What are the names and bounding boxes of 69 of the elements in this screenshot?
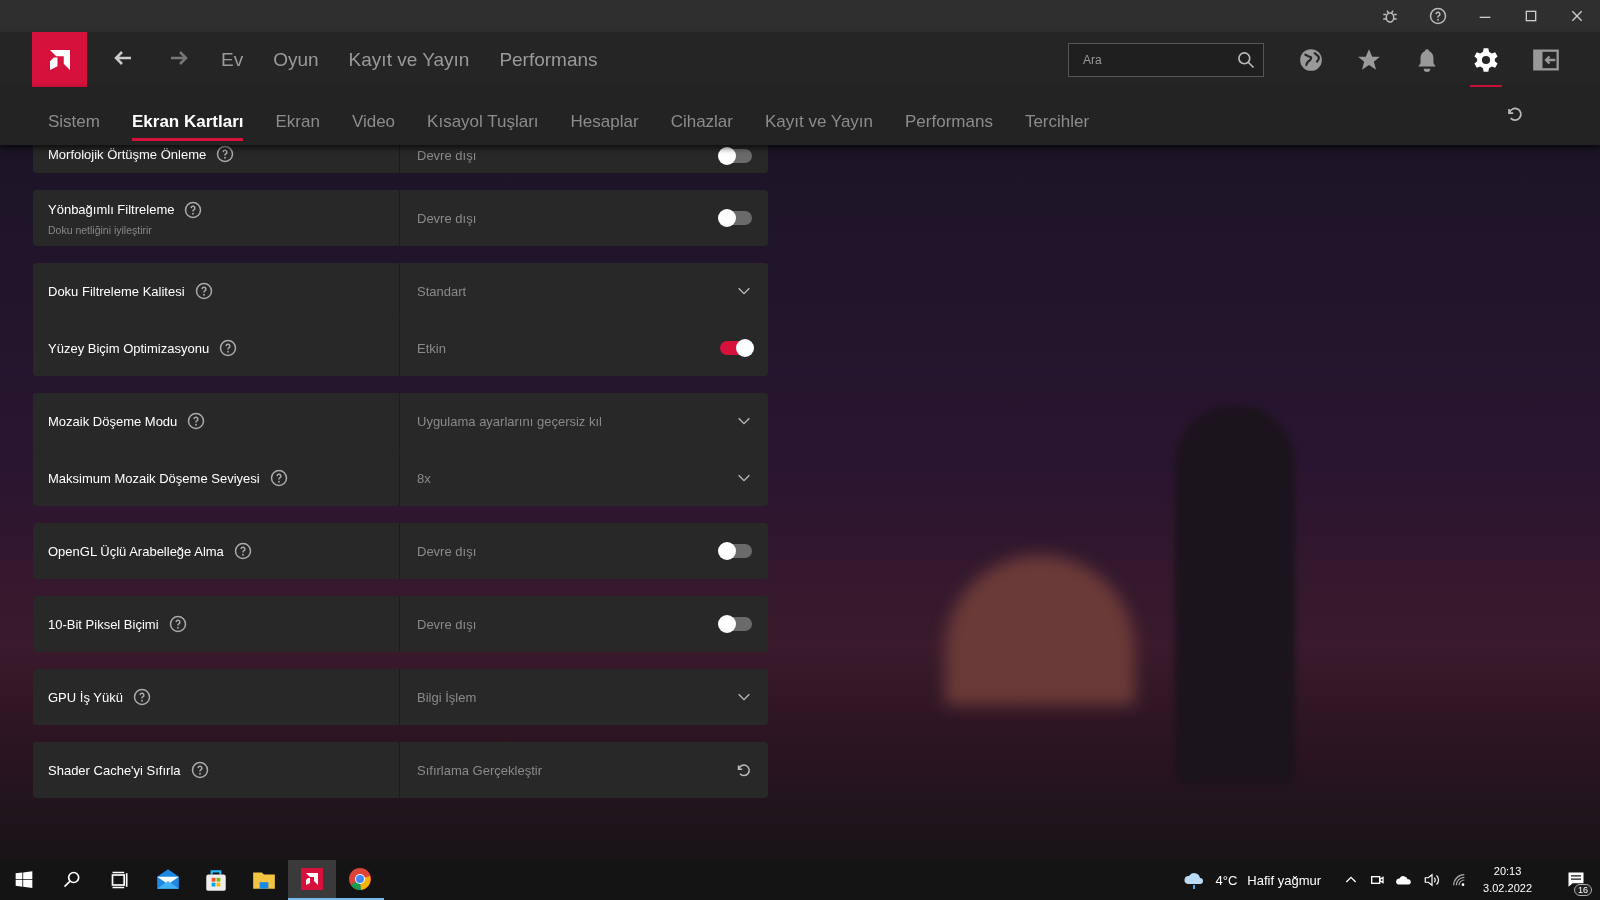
setting-value: Devre dışı: [417, 616, 477, 632]
help-icon[interactable]: [132, 688, 151, 706]
setting-value: Etkin: [417, 340, 446, 356]
setting-value: 8x: [417, 470, 431, 486]
setting-label: OpenGL Üçlü Arabelleğe Alma: [48, 543, 224, 559]
nav-item[interactable]: Kayıt ve Yayın: [348, 44, 470, 75]
settings-tab[interactable]: Ekran Kartları: [131, 100, 244, 141]
bug-icon[interactable]: [1381, 7, 1399, 25]
setting-value: Devre dışı: [417, 148, 477, 163]
settings-tab[interactable]: Tercihler: [1024, 100, 1090, 141]
toggle-switch[interactable]: [720, 149, 752, 163]
weather-temperature: 4°C: [1215, 872, 1238, 888]
help-icon[interactable]: [269, 469, 288, 487]
setting-value: Standart: [417, 283, 467, 299]
settings-tab[interactable]: Kısayol Tuşları: [427, 100, 539, 141]
help-icon[interactable]: [194, 282, 213, 300]
weather-condition: Hafif yağmur: [1247, 872, 1322, 888]
start-icon[interactable]: [14, 870, 34, 890]
help-icon[interactable]: [190, 761, 209, 779]
notification-center-button[interactable]: 16: [1556, 860, 1596, 900]
settings-tab[interactable]: Kayıt ve Yayın: [765, 100, 874, 141]
toggle-switch[interactable]: [720, 211, 752, 225]
search-icon[interactable]: [62, 870, 82, 890]
close-icon[interactable]: [1569, 8, 1585, 24]
task-view-icon[interactable]: [110, 870, 130, 890]
setting-description: Doku netliğini iyileştirir: [48, 223, 153, 236]
nav-item[interactable]: Ev: [221, 44, 244, 75]
settings-tab[interactable]: Ekran: [275, 100, 320, 141]
maximize-icon[interactable]: [1523, 8, 1539, 24]
nav-item[interactable]: Performans: [499, 44, 598, 75]
setting-label: Yönbağımlı Filtreleme: [48, 202, 175, 217]
toggle-switch[interactable]: [720, 544, 752, 558]
app-logo[interactable]: [32, 32, 87, 87]
help-icon[interactable]: [219, 339, 238, 357]
setting-label: Doku Filtreleme Kalitesi: [48, 283, 185, 299]
help-icon[interactable]: [168, 615, 187, 633]
toggle-switch[interactable]: [720, 341, 752, 355]
settings-tab[interactable]: Video: [351, 100, 396, 141]
setting-label: GPU İş Yükü: [48, 689, 123, 705]
setting-value: Devre dışı: [417, 210, 477, 226]
setting-label: 10-Bit Piksel Biçimi: [48, 616, 159, 632]
help-icon[interactable]: [216, 145, 235, 163]
setting-label: Morfolojik Örtüşme Önleme: [48, 146, 207, 162]
settings-tab[interactable]: Sistem: [48, 100, 100, 141]
settings-tab[interactable]: Hesaplar: [570, 100, 639, 141]
browser-circle-icon[interactable]: [348, 867, 372, 891]
taskbar-clock[interactable]: 20:13 3.02.2022: [1483, 863, 1532, 897]
nav-item[interactable]: Oyun: [273, 44, 319, 75]
settings-tab[interactable]: Cihazlar: [670, 100, 733, 141]
setting-label: Mozaik Döşeme Modu: [48, 413, 178, 429]
setting-value: Uygulama ayarlarını geçersiz kıl: [417, 413, 602, 429]
toggle-switch[interactable]: [720, 617, 752, 631]
help-icon[interactable]: [1429, 7, 1447, 25]
speaker-icon[interactable]: [1423, 871, 1442, 889]
settings-tab[interactable]: Performans: [905, 100, 993, 141]
setting-value: Bilgi İşlem: [417, 689, 477, 705]
setting-value: Sıfırlama Gerçekleştir: [417, 762, 542, 778]
setting-value: Devre dışı: [417, 543, 477, 559]
help-icon[interactable]: [233, 542, 252, 560]
help-icon[interactable]: [187, 412, 206, 430]
settings-icon[interactable]: [1472, 45, 1500, 74]
setting-label: Shader Cache'yi Sıfırla: [48, 762, 181, 778]
search-icon[interactable]: [1236, 49, 1256, 70]
logo-app-icon[interactable]: [300, 867, 324, 891]
setting-label: Yüzey Biçim Optimizasyonu: [48, 340, 210, 356]
store-bag-icon[interactable]: [203, 867, 229, 893]
search-field[interactable]: Ara: [1068, 42, 1264, 77]
setting-label: Maksimum Mozaik Döşeme Seviyesi: [48, 470, 260, 486]
help-icon[interactable]: [184, 200, 203, 219]
